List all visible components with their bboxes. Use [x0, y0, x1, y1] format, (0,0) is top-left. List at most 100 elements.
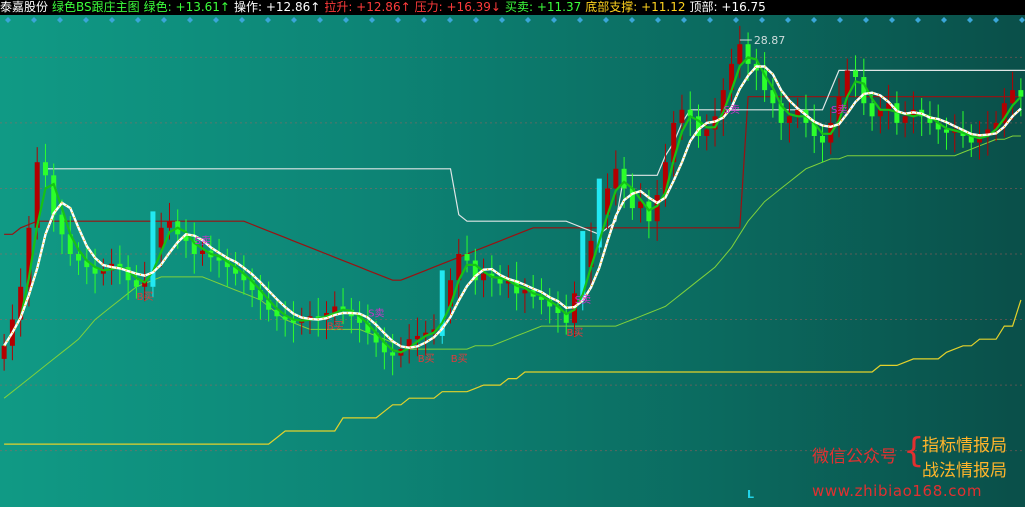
sell-signal-label-3: S卖 [724, 104, 740, 116]
buy-signal-label-2: B买 [418, 353, 435, 365]
top-marker-12 [317, 17, 323, 23]
top-marker-28 [733, 17, 739, 23]
sell-signal-label-0: S卖 [195, 235, 211, 247]
lower-band-line [3, 135, 1021, 399]
candle-body-6 [51, 175, 57, 215]
top-marker-7 [187, 17, 193, 23]
top-marker-25 [655, 17, 661, 23]
readout-1: 操作: +12.86↑ [233, 0, 321, 14]
top-marker-16 [421, 17, 427, 23]
top-marker-5 [135, 17, 141, 23]
buy-signal-label-1: B买 [327, 320, 344, 332]
readout-0: 绿色: +13.61↑ [143, 0, 230, 14]
candle-body-75 [621, 168, 627, 189]
candle-body-122 [1010, 90, 1016, 104]
top-marker-37 [967, 17, 973, 23]
cursor-label: L [747, 488, 755, 501]
indicator-header: 泰嘉股份 绿色BS跟庄主图 绿色: +13.61↑ 操作: +12.86↑ 拉升: +1… [0, 0, 1025, 15]
candle-body-9 [76, 254, 82, 261]
readout-3: 压力: +16.39↓ [414, 0, 501, 14]
header-readouts: 绿色: +13.61↑ 操作: +12.86↑ 拉升: +12.86↑ 压力: +16… [144, 0, 770, 14]
candle-body-20 [166, 221, 172, 228]
top-marker-8 [213, 17, 219, 23]
top-marker-0 [5, 17, 11, 23]
candle-body-7 [59, 214, 65, 235]
top-marker-1 [31, 17, 37, 23]
ma-green-line [3, 56, 1022, 354]
top-marker-10 [265, 17, 271, 23]
candle-body-63 [522, 290, 528, 294]
top-marker-11 [291, 17, 297, 23]
readout-5: 底部支撑: +11.12 [585, 0, 686, 14]
candle-body-89 [737, 44, 743, 64]
top-marker-29 [759, 17, 765, 23]
indicator-name: 绿色BS跟庄主图 [52, 0, 140, 14]
readout-6: 顶部: +16.75 [689, 0, 766, 14]
candle-body-56 [464, 254, 470, 261]
candles [1, 25, 1024, 376]
top-marker-36 [941, 17, 947, 23]
candle-body-109 [902, 116, 908, 123]
candle-body-74 [613, 168, 619, 189]
candle-body-104 [861, 77, 867, 104]
candle-body-0 [1, 345, 7, 359]
top-marker-18 [473, 17, 479, 23]
readout-2: 拉升: +12.86↑ [324, 0, 411, 14]
candle-body-47 [390, 352, 396, 356]
sell-signal-label-2: S卖 [575, 294, 591, 306]
candle-body-50 [414, 335, 420, 340]
max-annotation-label: 28.87 [754, 34, 786, 47]
buy-signal-label-3: B买 [451, 353, 468, 365]
support-line [4, 299, 1022, 445]
chart-window: 泰嘉股份 绿色BS跟庄主图 绿色: +13.61↑ 操作: +12.86↑ 拉升: +1… [0, 0, 1025, 507]
top-marker-33 [863, 17, 869, 23]
buy-signal-label-4: B买 [566, 327, 583, 339]
top-marker-17 [447, 17, 453, 23]
top-marker-27 [707, 17, 713, 23]
candle-body-99 [819, 136, 825, 143]
top-marker-39 [1019, 17, 1025, 23]
candle-body-19 [158, 227, 164, 248]
top-marker-23 [603, 17, 609, 23]
top-marker-19 [499, 17, 505, 23]
sell-signal-label-1: S卖 [368, 307, 384, 319]
top-marker-14 [369, 17, 375, 23]
buy-signal-label-0: B买 [137, 291, 154, 303]
candle-body-95 [786, 116, 792, 123]
watermark-url[interactable]: www.zhibiao168.com [812, 482, 982, 500]
top-marker-4 [109, 17, 115, 23]
candle-body-58 [481, 273, 487, 281]
candle-body-123 [1018, 90, 1024, 97]
candle-body-79 [654, 195, 660, 222]
ma-white-line [3, 65, 1022, 349]
top-marker-21 [551, 17, 557, 23]
price-chart: B买 B买 B买 B买 B买 S卖 S卖 S卖 S卖 S卖 28.87 [0, 17, 1025, 452]
top-marker-2 [57, 17, 63, 23]
top-marker-38 [993, 17, 999, 23]
top-marker-34 [889, 17, 895, 23]
top-marker-15 [395, 17, 401, 23]
readout-4: 买卖: +11.37 [504, 0, 582, 14]
candle-body-103 [853, 70, 859, 77]
top-marker-9 [239, 17, 245, 23]
top-marker-6 [161, 17, 167, 23]
candle-body-24 [200, 250, 206, 254]
top-marker-32 [837, 17, 843, 23]
top-marker-30 [785, 17, 791, 23]
top-marker-20 [525, 17, 531, 23]
candle-body-82 [679, 109, 685, 123]
candle-body-85 [704, 129, 710, 136]
top-marker-13 [343, 17, 349, 23]
watermark-line1: 指标情报局 [922, 436, 1007, 456]
top-marker-22 [577, 17, 583, 23]
candle-body-90 [745, 44, 751, 64]
stock-name[interactable]: 泰嘉股份 [0, 0, 48, 14]
top-marker-31 [811, 17, 817, 23]
top-marker-26 [681, 17, 687, 23]
top-marker-35 [915, 17, 921, 23]
candle-body-16 [133, 280, 139, 287]
top-marker-3 [83, 17, 89, 23]
wechat-label: 微信公众号 [812, 447, 897, 467]
top-marker-24 [629, 17, 635, 23]
sell-signal-label-4: S卖 [831, 104, 847, 116]
